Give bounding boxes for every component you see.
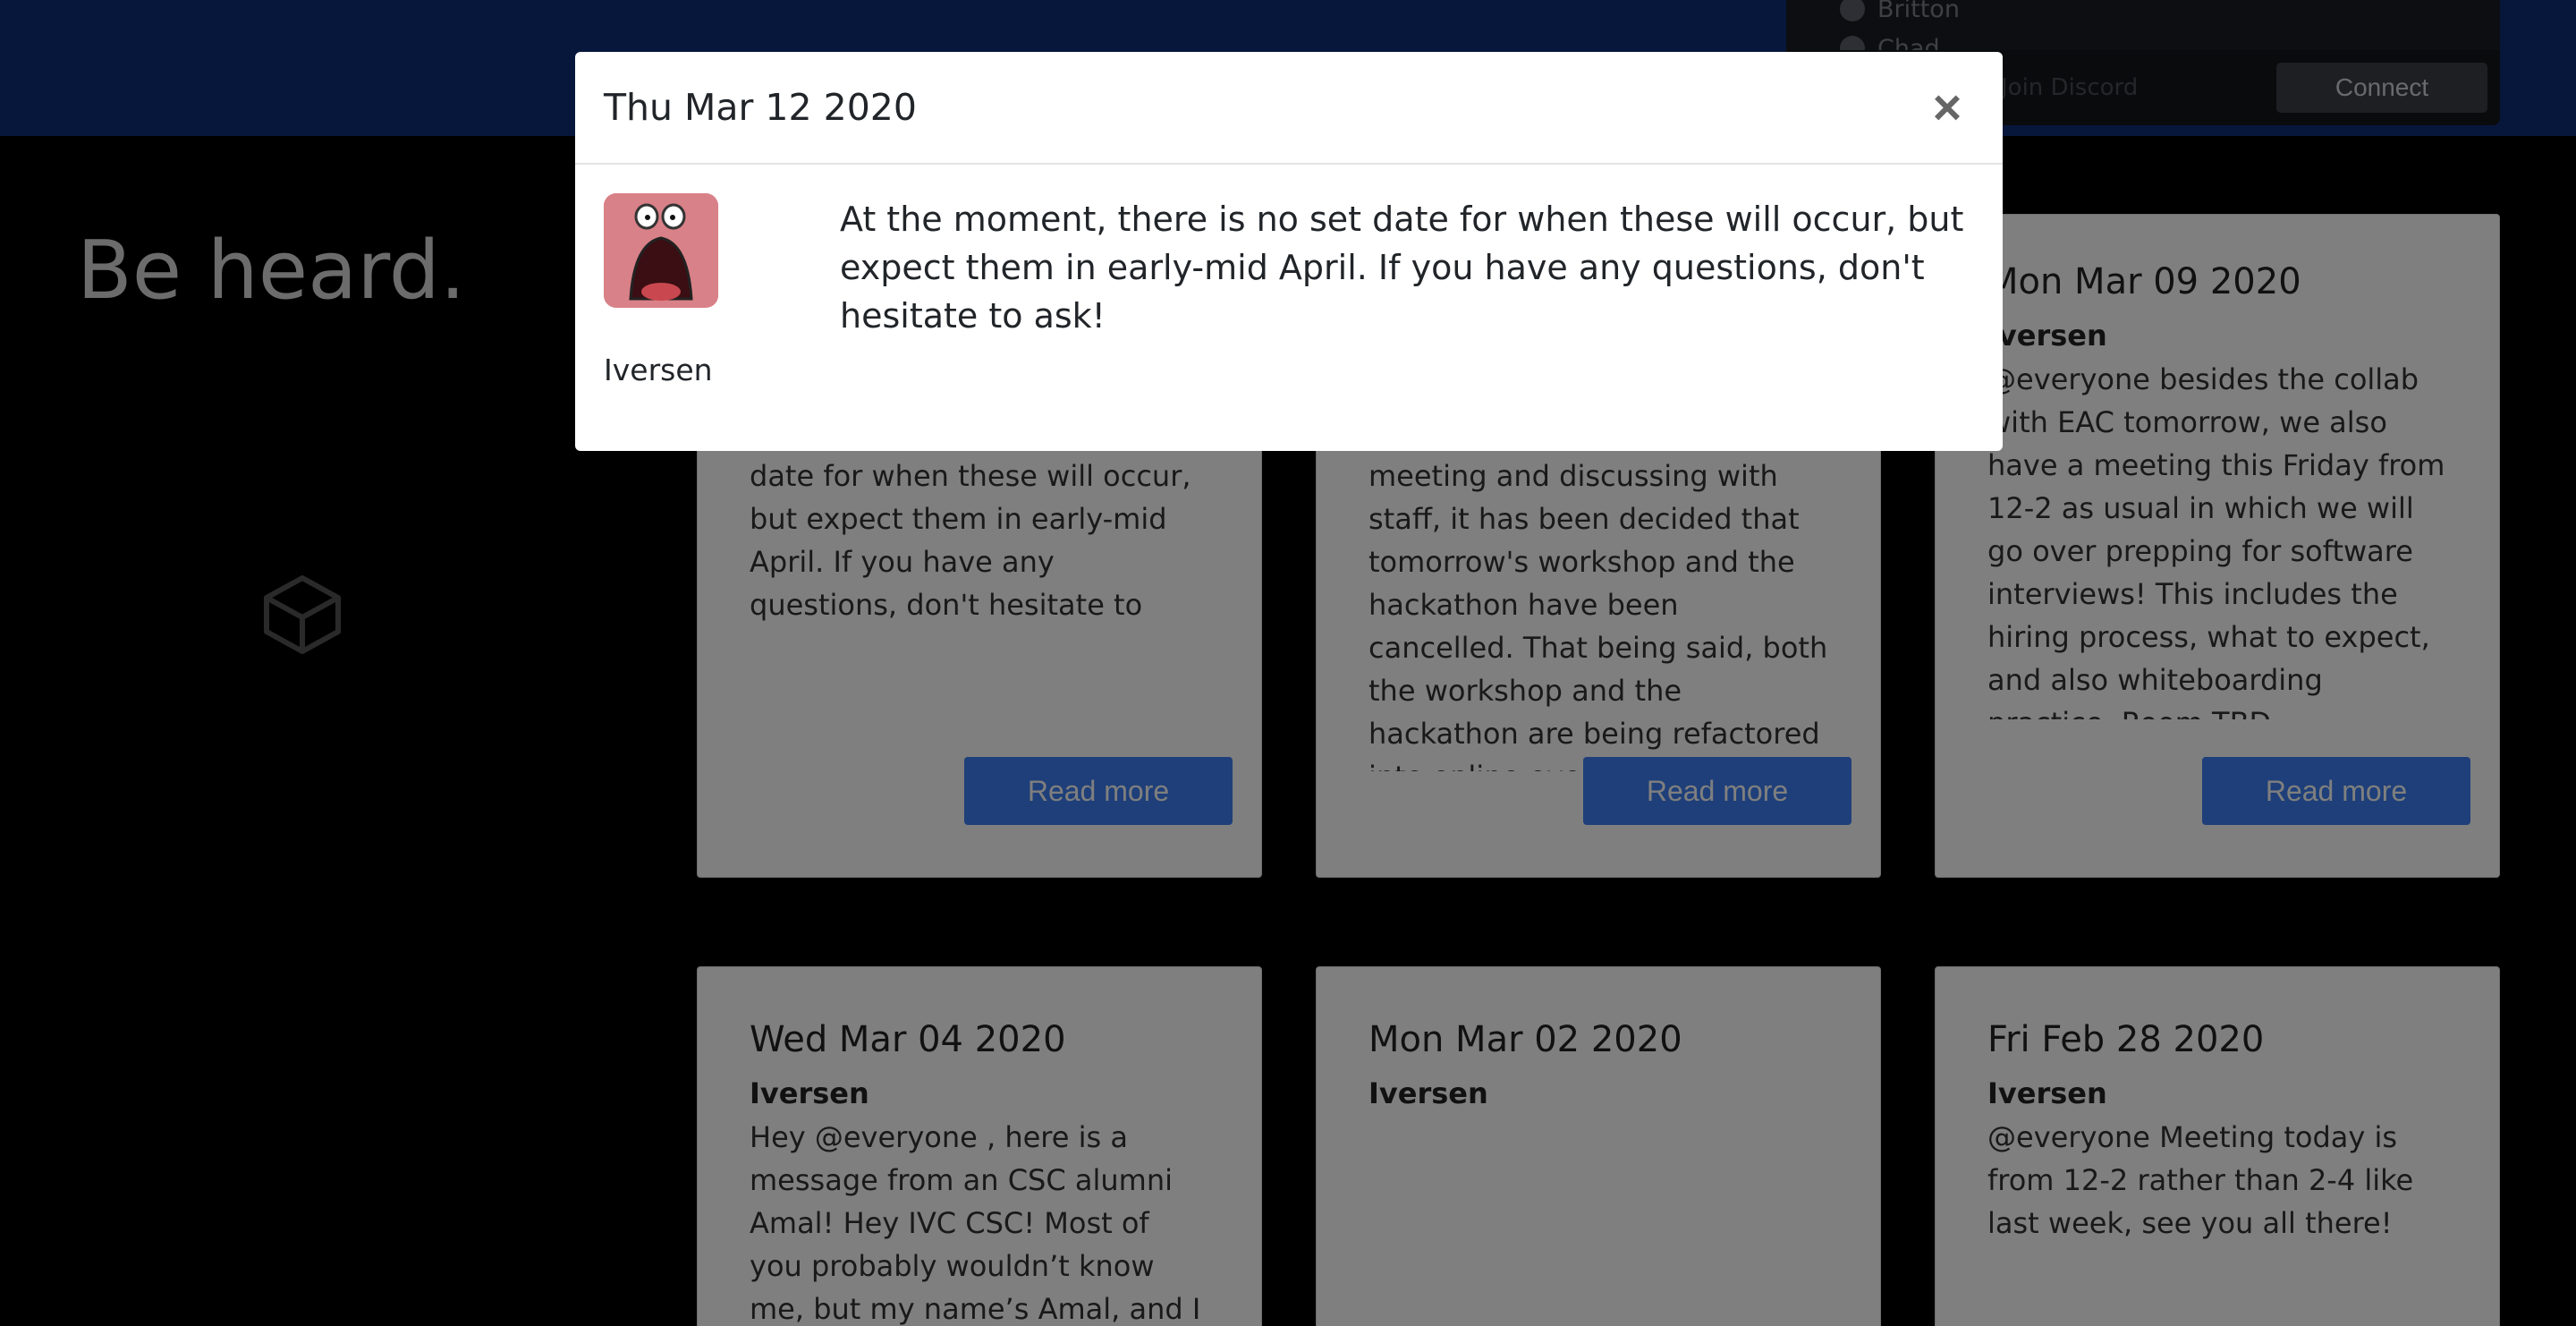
modal-message: At the moment, there is no set date for … xyxy=(840,200,1964,336)
modal-title: Thu Mar 12 2020 xyxy=(604,86,917,129)
announcement-modal: Thu Mar 12 2020 × At the moment, there i… xyxy=(575,52,2003,451)
modal-body: At the moment, there is no set date for … xyxy=(575,165,2003,449)
modal-header: Thu Mar 12 2020 × xyxy=(575,52,2003,165)
close-icon[interactable]: × xyxy=(1920,81,1974,134)
modal-author: Iversen xyxy=(604,353,713,387)
surprised-face-avatar-icon xyxy=(604,193,718,308)
